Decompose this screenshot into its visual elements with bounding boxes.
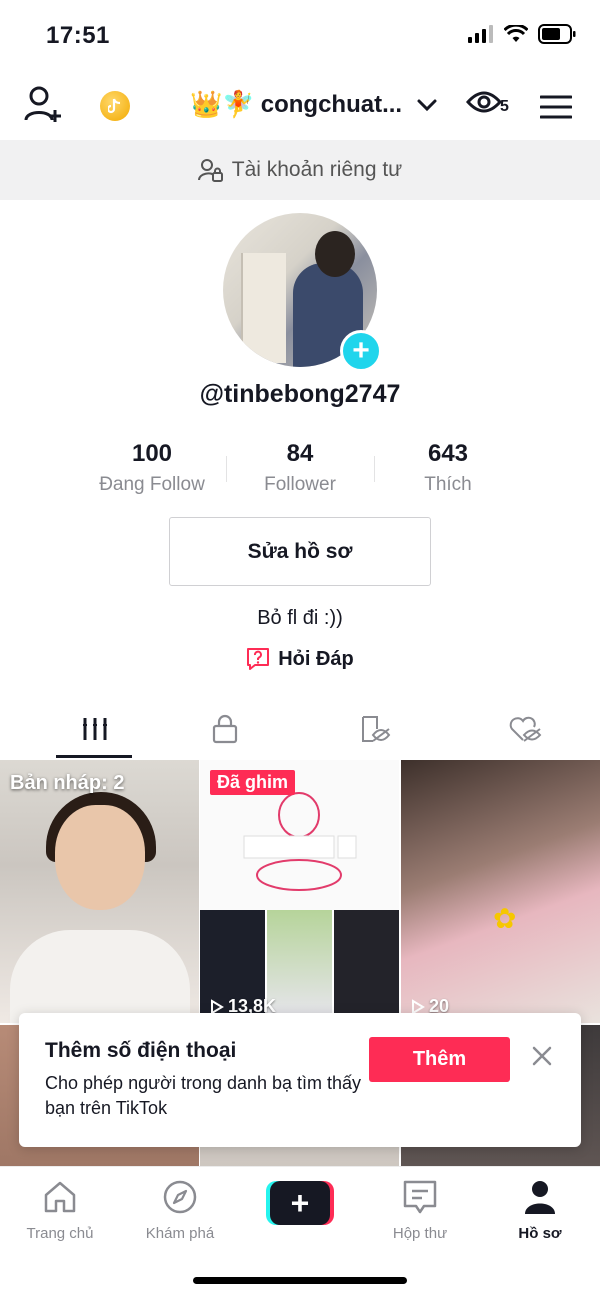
grid-icon: [83, 718, 107, 740]
home-indicator: [193, 1277, 407, 1284]
add-phone-popup: Thêm số điện thoại Cho phép người trong …: [19, 1013, 581, 1147]
qa-link[interactable]: Hỏi Đáp: [0, 647, 600, 671]
account-emoji: 👑🧚: [190, 90, 255, 120]
inbox-icon: [403, 1180, 437, 1214]
coin-icon[interactable]: [100, 91, 130, 121]
private-user-lock-icon: [197, 159, 223, 182]
nav-label: Trang chủ: [26, 1225, 94, 1242]
account-name: congchuat...: [260, 91, 403, 118]
private-account-banner: Tài khoản riêng tư: [0, 140, 600, 200]
stat-followers[interactable]: 84 Follower: [226, 440, 374, 500]
qa-icon: [247, 648, 270, 670]
drafts-tile[interactable]: Bản nháp: 2: [0, 760, 199, 1023]
username: @tinbebong2747: [199, 380, 401, 408]
popup-description: Cho phép người trong danh bạ tìm thấy bạ…: [45, 1073, 362, 1118]
nav-label: Hộp thư: [392, 1225, 448, 1242]
stat-label: Follower: [264, 474, 336, 495]
popup-title: Thêm số điện thoại: [45, 1039, 237, 1062]
stat-value: 84: [286, 440, 314, 467]
pinned-badge: Đã ghim: [210, 770, 296, 795]
status-icons: [468, 24, 576, 44]
lock-icon: [212, 714, 238, 744]
battery-icon: [538, 24, 576, 44]
stat-likes[interactable]: 643 Thích: [374, 440, 522, 500]
top-nav: 👑🧚 congchuat... 5: [0, 70, 600, 140]
stat-value: 643: [427, 440, 469, 467]
edit-profile-button[interactable]: Sửa hồ sơ: [169, 517, 431, 586]
private-banner-text: Tài khoản riêng tư: [231, 158, 403, 181]
bio-text: Bỏ fl đi :)): [257, 607, 343, 629]
nav-label: Hồ sơ: [518, 1225, 562, 1242]
eye-icon: [466, 91, 502, 113]
home-icon: [44, 1181, 76, 1213]
nav-home[interactable]: Trang chủ: [10, 1175, 110, 1242]
profile-views-button[interactable]: 5: [466, 88, 509, 116]
close-icon[interactable]: [531, 1045, 553, 1067]
nav-label: Khám phá: [145, 1225, 215, 1242]
compass-icon: [163, 1180, 197, 1214]
profile-tabs: [0, 700, 600, 758]
chevron-down-icon: [417, 99, 437, 112]
add-user-icon[interactable]: [24, 86, 64, 124]
hidden-reposts-icon: [362, 716, 391, 742]
nav-inbox[interactable]: Hộp thư: [370, 1175, 470, 1242]
account-switcher[interactable]: 👑🧚 congchuat...: [190, 90, 438, 120]
views-count: 5: [500, 98, 509, 115]
signal-icon: [468, 25, 493, 43]
add-phone-button[interactable]: Thêm: [369, 1037, 510, 1082]
hidden-likes-icon: [509, 716, 542, 742]
status-time: 17:51: [46, 22, 110, 49]
tab-private[interactable]: [150, 700, 300, 758]
create-plus-icon: +: [270, 1181, 330, 1225]
drafts-label: Bản nháp: 2: [10, 772, 125, 794]
stat-label: Đang Follow: [99, 474, 205, 495]
video-tile-pinned[interactable]: Đã ghim 13,8K: [200, 760, 399, 1023]
flower-sticker: ✿: [493, 902, 517, 935]
tab-liked[interactable]: [450, 700, 600, 758]
tab-videos[interactable]: [0, 700, 150, 758]
tab-reposts[interactable]: [300, 700, 450, 758]
qa-label: Hỏi Đáp: [278, 647, 354, 670]
stat-following[interactable]: 100 Đang Follow: [78, 440, 226, 500]
status-bar: 17:51: [0, 0, 600, 70]
video-tile[interactable]: ✿ 20: [401, 760, 600, 1023]
stat-value: 100: [131, 440, 173, 467]
profile-stats: 100 Đang Follow 84 Follower 643 Thích: [78, 440, 522, 500]
create-button[interactable]: +: [266, 1181, 334, 1225]
menu-icon[interactable]: [540, 94, 572, 120]
profile-icon: [525, 1181, 555, 1214]
add-avatar-plus-icon[interactable]: +: [340, 330, 382, 372]
nav-profile[interactable]: Hồ sơ: [490, 1175, 590, 1242]
wifi-icon: [504, 25, 528, 42]
nav-discover[interactable]: Khám phá: [130, 1175, 230, 1242]
stat-label: Thích: [424, 474, 472, 495]
